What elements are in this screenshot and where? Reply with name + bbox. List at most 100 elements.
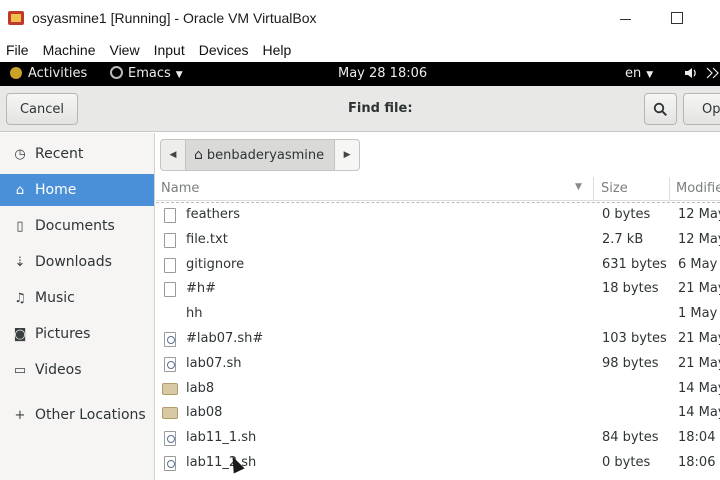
file-name: #h# xyxy=(186,281,217,297)
virtualbox-logo-icon xyxy=(8,11,24,25)
column-divider[interactable] xyxy=(593,177,594,201)
column-divider[interactable] xyxy=(669,177,670,201)
sidebar-item-videos[interactable]: ▭ Videos xyxy=(0,354,154,386)
sidebar-item-downloads[interactable]: ⇣ Downloads xyxy=(0,246,154,278)
menu-input[interactable]: Input xyxy=(148,38,193,62)
file-name: lab11_1.sh xyxy=(186,430,257,446)
search-button[interactable] xyxy=(644,93,677,125)
file-size: 0 bytes xyxy=(602,207,651,222)
file-name: #lab07.sh# xyxy=(186,331,264,346)
file-row[interactable]: hh 1 May xyxy=(156,302,720,327)
file-size: 98 bytes xyxy=(602,355,659,371)
file-name: lab08 xyxy=(186,405,223,421)
chevron-down-icon: ▼ xyxy=(646,70,654,80)
language-label: en xyxy=(625,66,642,81)
sidebar-item-label: Home xyxy=(35,182,77,198)
path-back-button[interactable]: ◀ xyxy=(160,139,186,171)
file-row[interactable]: lab07.sh 98 bytes 21 May xyxy=(156,352,720,377)
dialog-title: Find file: xyxy=(348,101,413,116)
menu-help[interactable]: Help xyxy=(257,38,300,62)
sidebar-item-home[interactable]: ⌂ Home xyxy=(0,174,154,206)
clock[interactable]: May 28 18:06 xyxy=(338,66,427,81)
script-file-icon xyxy=(164,431,176,447)
menu-devices[interactable]: Devices xyxy=(193,38,257,62)
menu-machine[interactable]: Machine xyxy=(37,38,104,62)
activities-icon xyxy=(10,67,22,79)
script-file-icon xyxy=(164,356,176,372)
file-name: file.txt xyxy=(186,231,228,247)
window-title: osyasmine1 [Running] - Oracle VM Virtual… xyxy=(32,10,317,26)
file-size: 103 bytes xyxy=(602,331,667,346)
file-name: lab11_2.sh xyxy=(186,455,257,470)
video-icon: ▭ xyxy=(13,362,27,378)
document-icon: ▯ xyxy=(16,218,24,234)
path-crumb-label: benbaderyasmine xyxy=(206,147,325,163)
file-row[interactable]: feathers 0 bytes 12 May xyxy=(156,203,720,228)
language-menu[interactable]: en ▼ xyxy=(625,66,653,81)
sidebar-item-label: Other Locations xyxy=(35,407,146,423)
list-header: Name ▼ Size Modifie xyxy=(156,177,720,201)
sidebar-item-other-locations[interactable]: + Other Locations xyxy=(0,399,154,431)
column-header-modified[interactable]: Modifie xyxy=(676,181,720,196)
app-menu[interactable]: Emacs ▼ xyxy=(110,66,183,81)
menu-file[interactable]: File xyxy=(0,38,37,62)
music-icon: ♫ xyxy=(14,290,26,306)
column-header-name[interactable]: Name xyxy=(161,181,199,196)
chevron-down-icon: ▼ xyxy=(175,70,183,80)
camera-icon: ◙ xyxy=(13,326,27,342)
home-icon: ⌂ xyxy=(194,147,203,163)
folder-icon xyxy=(162,407,178,420)
volume-icon[interactable] xyxy=(684,66,698,84)
column-header-size[interactable]: Size xyxy=(601,181,628,196)
app-menu-label: Emacs xyxy=(128,66,171,81)
file-size: 84 bytes xyxy=(602,430,659,446)
file-row[interactable]: gitignore 631 bytes 6 May xyxy=(156,253,720,278)
drop-indicator xyxy=(156,202,720,203)
path-crumb-home[interactable]: ⌂ benbaderyasmine xyxy=(186,139,335,171)
home-icon: ⌂ xyxy=(15,182,25,198)
sidebar-item-pictures[interactable]: ◙ Pictures xyxy=(0,318,154,350)
file-name: lab8 xyxy=(186,380,215,396)
dialog-header: Cancel Find file: Op xyxy=(0,86,720,132)
cancel-button[interactable]: Cancel xyxy=(6,93,78,125)
file-size: 2.7 kB xyxy=(602,231,644,247)
menu-view[interactable]: View xyxy=(103,38,147,62)
sidebar-item-documents[interactable]: ▯ Documents xyxy=(0,210,154,242)
file-row[interactable]: lab8 14 May xyxy=(156,377,720,402)
places-sidebar: ◷ Recent ⌂ Home ▯ Documents ⇣ Downloads ♫ Mus… xyxy=(0,133,155,480)
file-list: Name ▼ Size Modifie feathers 0 bytes 12 Ma… xyxy=(156,177,720,480)
sidebar-item-music[interactable]: ♫ Music xyxy=(0,282,154,314)
sidebar-item-label: Pictures xyxy=(35,326,91,342)
file-modified: 1 May xyxy=(678,306,718,322)
file-size: 0 bytes xyxy=(602,455,651,470)
activities-button[interactable]: Activities xyxy=(10,66,87,81)
search-icon xyxy=(653,102,668,116)
open-button[interactable]: Op xyxy=(683,93,720,125)
plus-icon: + xyxy=(14,407,26,423)
file-row[interactable]: lab08 14 May xyxy=(156,401,720,426)
sidebar-item-label: Documents xyxy=(35,218,115,234)
maximize-button[interactable] xyxy=(664,9,690,29)
file-modified: 12 May xyxy=(678,207,720,222)
file-row[interactable]: #lab07.sh# 103 bytes 21 May xyxy=(156,327,720,352)
text-file-icon xyxy=(164,208,176,223)
file-row[interactable]: lab11_1.sh 84 bytes 18:04 xyxy=(156,426,720,451)
file-modified: 21 May xyxy=(678,355,720,371)
sidebar-item-recent[interactable]: ◷ Recent xyxy=(0,138,154,170)
sidebar-item-label: Recent xyxy=(35,146,84,162)
sidebar-item-label: Music xyxy=(35,290,75,306)
file-name: hh xyxy=(186,306,203,322)
system-menu-icon[interactable] xyxy=(705,66,719,84)
file-row[interactable]: #h# 18 bytes 21 May xyxy=(156,277,720,302)
minimize-button[interactable] xyxy=(612,9,638,29)
sidebar-item-label: Videos xyxy=(35,362,82,378)
download-icon: ⇣ xyxy=(14,254,26,270)
file-name: lab07.sh xyxy=(186,355,242,371)
file-modified: 14 May xyxy=(678,380,720,396)
path-forward-button[interactable]: ▶ xyxy=(334,139,361,171)
emacs-icon xyxy=(110,66,123,79)
sort-descending-icon: ▼ xyxy=(575,182,582,192)
menu-bar: File Machine View Input Devices Help xyxy=(0,38,720,62)
file-name: gitignore xyxy=(186,256,245,272)
file-row[interactable]: file.txt 2.7 kB 12 May xyxy=(156,228,720,253)
